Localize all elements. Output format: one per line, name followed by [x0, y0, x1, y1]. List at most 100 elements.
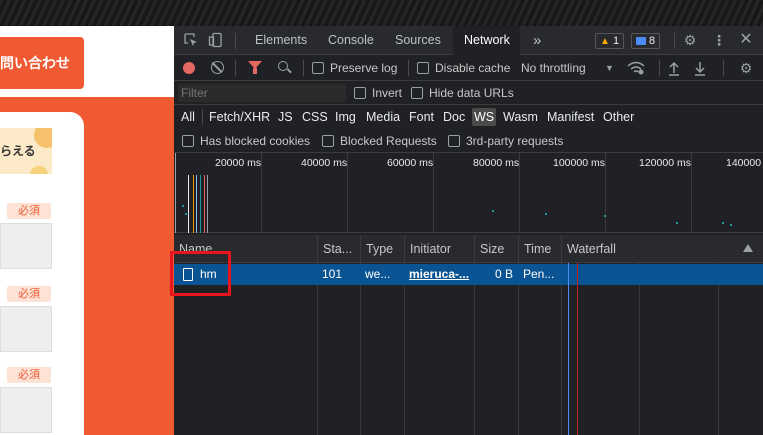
- network-overview-timeline[interactable]: 20000 ms 40000 ms 60000 ms 80000 ms 1000…: [174, 153, 763, 251]
- filter-input[interactable]: [178, 84, 346, 102]
- type-other[interactable]: Other: [601, 108, 636, 126]
- type-all[interactable]: All: [179, 108, 197, 126]
- banner-decoration: [30, 166, 48, 174]
- devtools-tabbar: Elements Console Sources Network » ▲ 1 8…: [174, 26, 763, 55]
- column-divider: [561, 263, 562, 435]
- network-conditions-wifi-icon[interactable]: [627, 60, 645, 76]
- table-row[interactable]: hm 101 we... mieruca-... 0 B Pen...: [174, 264, 763, 285]
- dom-content-loaded-marker: [568, 263, 569, 435]
- overview-gridline: [691, 153, 692, 233]
- desktop-background-strip: [0, 0, 763, 26]
- requests-table-body: hm 101 we... mieruca-... 0 B Pen...: [174, 263, 763, 435]
- third-party-requests-label: 3rd-party requests: [466, 134, 564, 148]
- type-fetch-xhr[interactable]: Fetch/XHR: [207, 108, 272, 126]
- request-initiator-link[interactable]: mieruca-...: [404, 264, 474, 285]
- requests-table-header: Name Sta... Type Initiator Size Time Wat…: [174, 235, 763, 263]
- overview-tick: 80000 ms: [473, 157, 520, 169]
- column-size[interactable]: Size: [474, 235, 518, 263]
- hide-data-urls-checkbox[interactable]: [411, 87, 423, 99]
- type-font[interactable]: Font: [407, 108, 436, 126]
- form-input[interactable]: [0, 387, 52, 433]
- overview-request-dot: [182, 205, 184, 207]
- disable-cache-checkbox[interactable]: [417, 62, 429, 74]
- request-options-bar: Has blocked cookies Blocked Requests 3rd…: [174, 129, 763, 153]
- filter-bar: Invert Hide data URLs: [174, 81, 763, 105]
- clear-icon[interactable]: [211, 61, 224, 74]
- tab-network[interactable]: Network: [453, 26, 520, 55]
- resource-type-filter: All Fetch/XHR JS CSS Img Media Font Doc …: [174, 105, 763, 129]
- overview-tick: 20000 ms: [215, 157, 262, 169]
- import-har-icon[interactable]: [666, 60, 682, 76]
- device-toolbar-icon[interactable]: [208, 32, 224, 48]
- record-button[interactable]: [183, 62, 195, 74]
- column-time[interactable]: Time: [518, 235, 561, 263]
- request-type: we...: [365, 267, 391, 281]
- type-doc[interactable]: Doc: [441, 108, 467, 126]
- form-input[interactable]: [0, 223, 52, 269]
- hide-data-urls-label: Hide data URLs: [429, 86, 514, 100]
- close-icon[interactable]: ✕: [738, 32, 754, 48]
- column-initiator[interactable]: Initiator: [404, 235, 474, 263]
- tab-console[interactable]: Console: [317, 26, 385, 55]
- column-divider: [317, 263, 318, 435]
- required-badge: 必須: [7, 286, 51, 302]
- chevron-down-icon[interactable]: ▼: [605, 55, 614, 81]
- blocked-requests-checkbox[interactable]: [322, 135, 334, 147]
- form-input[interactable]: [0, 306, 52, 352]
- messages-badge[interactable]: 8: [631, 33, 661, 49]
- column-waterfall[interactable]: Waterfall: [561, 235, 763, 263]
- message-icon: [636, 37, 646, 46]
- overview-gridline: [605, 153, 606, 233]
- type-ws[interactable]: WS: [472, 108, 497, 126]
- request-size: 0 B: [494, 267, 513, 281]
- banner-text: らえる: [0, 144, 36, 158]
- network-settings-gear-icon[interactable]: ⚙: [738, 60, 754, 76]
- load-event-marker: [577, 263, 578, 435]
- inspect-element-icon[interactable]: [183, 32, 199, 48]
- tab-sources[interactable]: Sources: [384, 26, 452, 55]
- tab-elements[interactable]: Elements: [244, 26, 318, 55]
- preserve-log-label: Preserve log: [330, 61, 398, 75]
- throttling-select[interactable]: No throttling: [521, 55, 586, 81]
- separator: [408, 60, 409, 76]
- more-options-icon[interactable]: ⋮: [711, 32, 727, 48]
- required-badge: 必須: [7, 203, 51, 219]
- type-media[interactable]: Media: [364, 108, 402, 126]
- warnings-count: 1: [612, 35, 620, 47]
- search-icon[interactable]: [278, 61, 288, 71]
- warnings-badge[interactable]: ▲ 1: [595, 33, 625, 49]
- type-css[interactable]: CSS: [300, 108, 330, 126]
- preserve-log-checkbox[interactable]: [312, 62, 324, 74]
- settings-gear-icon[interactable]: ⚙: [682, 32, 698, 48]
- overview-handle[interactable]: [175, 153, 176, 233]
- contact-button[interactable]: 問い合わせ: [0, 37, 84, 89]
- promo-banner: らえる: [0, 128, 52, 174]
- column-divider: [474, 263, 475, 435]
- has-blocked-cookies-checkbox[interactable]: [182, 135, 194, 147]
- required-badge: 必須: [7, 367, 51, 383]
- request-time: Pen...: [523, 267, 555, 281]
- type-wasm[interactable]: Wasm: [501, 108, 540, 126]
- sort-ascending-icon[interactable]: [743, 244, 753, 252]
- separator: [659, 60, 660, 76]
- more-tabs-button[interactable]: »: [522, 26, 552, 55]
- column-type[interactable]: Type: [360, 235, 404, 263]
- invert-checkbox[interactable]: [354, 87, 366, 99]
- type-js[interactable]: JS: [276, 108, 295, 126]
- third-party-requests-checkbox[interactable]: [448, 135, 460, 147]
- web-page: 問い合わせ らえる 必須 必須 必須: [0, 26, 174, 435]
- overview-request-bar: [200, 175, 201, 233]
- has-blocked-cookies-label: Has blocked cookies: [200, 134, 311, 148]
- overview-request-bar: [193, 175, 194, 233]
- export-har-icon[interactable]: [692, 60, 708, 76]
- request-status: 101: [322, 267, 343, 281]
- overview-request-dot: [604, 215, 606, 217]
- column-divider: [518, 263, 519, 435]
- disable-cache-label: Disable cache: [435, 61, 511, 75]
- filter-funnel-icon[interactable]: [248, 61, 262, 74]
- type-img[interactable]: Img: [333, 108, 358, 126]
- devtools-panel: Elements Console Sources Network » ▲ 1 8…: [174, 26, 763, 435]
- column-status[interactable]: Sta...: [317, 235, 360, 263]
- overview-request-dot: [676, 222, 678, 224]
- type-manifest[interactable]: Manifest: [545, 108, 596, 126]
